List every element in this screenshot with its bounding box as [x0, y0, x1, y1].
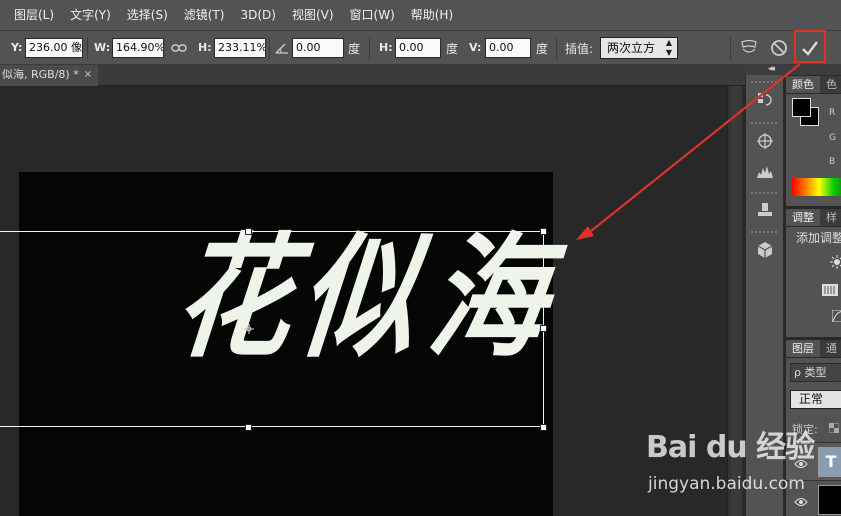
adjustments-panel-tabs: 调整 样: [786, 209, 841, 227]
w-label: W:: [94, 41, 111, 54]
angle-unit: 度: [348, 42, 361, 56]
document-tab-row: 似海, RGB/8) * ×: [0, 65, 745, 86]
tab-channels[interactable]: 通: [820, 340, 841, 357]
levels-icon[interactable]: [822, 283, 838, 297]
menu-layer[interactable]: 图层(L): [6, 0, 62, 30]
transform-bounding-box[interactable]: [0, 231, 544, 427]
rotate-angle-field[interactable]: 0.00: [292, 38, 344, 58]
warp-mode-icon[interactable]: [738, 38, 760, 58]
handle-bottom-right[interactable]: [540, 424, 547, 431]
tab-adjustments[interactable]: 调整: [786, 209, 820, 226]
dock-grip[interactable]: [751, 192, 777, 194]
watermark-logo: Bai du 经验: [646, 430, 815, 465]
color-panel: 颜色 色 R G B: [785, 76, 841, 206]
y-label: Y:: [11, 41, 23, 54]
v-skew-label: V:: [469, 41, 482, 54]
separator: [87, 37, 88, 60]
visibility-eye-icon[interactable]: [794, 492, 808, 511]
menu-help[interactable]: 帮助(H): [403, 0, 461, 30]
menu-window[interactable]: 窗口(W): [342, 0, 403, 30]
dock-grip[interactable]: [751, 81, 777, 83]
color-panel-tabs: 颜色 色: [786, 76, 841, 94]
lock-transparency-icon[interactable]: [828, 422, 840, 434]
layer-filter-kind[interactable]: ρ 类型: [790, 363, 841, 382]
handle-top-right[interactable]: [540, 228, 547, 235]
3d-cube-icon[interactable]: [752, 237, 778, 263]
handle-top-center[interactable]: [245, 228, 252, 235]
r-label: R: [829, 108, 836, 118]
dock-grip[interactable]: [751, 231, 777, 233]
interpolation-label: 插值:: [565, 42, 594, 56]
dock-grip[interactable]: [751, 122, 777, 124]
width-field[interactable]: 164.90%: [112, 38, 164, 58]
separator: [269, 37, 270, 60]
options-bar: Y: 236.00 像素 W: 164.90% H: 233.11% 0.00 …: [0, 30, 841, 65]
interpolation-select[interactable]: 两次立方 ▲ ▼: [600, 37, 678, 59]
menu-view[interactable]: 视图(V): [284, 0, 342, 30]
separator: [556, 37, 557, 60]
menu-type[interactable]: 文字(Y): [62, 0, 119, 30]
menu-select[interactable]: 选择(S): [119, 0, 176, 30]
link-icon[interactable]: [170, 41, 188, 55]
close-tab-icon[interactable]: ×: [84, 65, 92, 85]
handle-middle-right[interactable]: [540, 325, 547, 332]
document-tab[interactable]: 似海, RGB/8) * ×: [0, 65, 98, 86]
clone-source-icon[interactable]: [752, 197, 778, 223]
histogram-icon[interactable]: [752, 158, 778, 184]
cancel-transform-icon[interactable]: [768, 38, 790, 58]
navigator-icon[interactable]: [752, 128, 778, 154]
history-icon[interactable]: [752, 87, 778, 113]
tab-color[interactable]: 颜色: [786, 76, 820, 93]
background-layer-thumbnail: [818, 485, 841, 515]
h-skew-label: H:: [379, 41, 393, 54]
interpolation-value: 两次立方: [607, 41, 656, 55]
tab-styles[interactable]: 样: [820, 209, 841, 226]
height-field[interactable]: 233.11%: [214, 38, 266, 58]
b-label: B: [829, 157, 836, 167]
add-adjustment-label: 添加调整: [796, 231, 841, 245]
document-tab-title: 似海, RGB/8) *: [2, 68, 79, 81]
h-skew-unit: 度: [446, 42, 459, 56]
h-skew-field[interactable]: 0.00: [395, 38, 441, 58]
layers-panel-tabs: 图层 通: [786, 340, 841, 358]
dock-header: [745, 65, 841, 75]
v-skew-field[interactable]: 0.00: [485, 38, 531, 58]
g-label: G: [829, 133, 836, 143]
separator: [730, 37, 731, 60]
select-arrows-icon: ▲ ▼: [665, 38, 672, 57]
commit-highlight-box: [794, 30, 826, 63]
text-layer-thumbnail: T: [818, 447, 841, 477]
adjustments-panel: 调整 样 添加调整: [785, 209, 841, 337]
watermark-url: jingyan.baidu.com: [648, 474, 805, 494]
color-spectrum-bar[interactable]: [792, 178, 841, 196]
y-position-field[interactable]: 236.00 像素: [25, 38, 83, 58]
tab-swatches[interactable]: 色: [820, 76, 841, 93]
collapse-panels-icon[interactable]: ◂◂: [768, 64, 775, 74]
curves-icon[interactable]: [832, 309, 841, 323]
handle-bottom-center[interactable]: [245, 424, 252, 431]
foreground-color-swatch[interactable]: [792, 98, 811, 117]
menu-filter[interactable]: 滤镜(T): [176, 0, 233, 30]
separator: [369, 37, 370, 60]
blend-mode-select[interactable]: 正常: [790, 390, 841, 409]
v-skew-unit: 度: [536, 42, 549, 56]
h-label: H:: [198, 41, 212, 54]
menu-bar: 图层(L) 文字(Y) 选择(S) 滤镜(T) 3D(D) 视图(V) 窗口(W…: [0, 0, 841, 30]
reference-point-icon[interactable]: [244, 324, 254, 334]
tab-layers[interactable]: 图层: [786, 340, 820, 357]
angle-icon: [274, 41, 290, 55]
brightness-icon[interactable]: [830, 255, 841, 269]
menu-3d[interactable]: 3D(D): [232, 0, 283, 30]
